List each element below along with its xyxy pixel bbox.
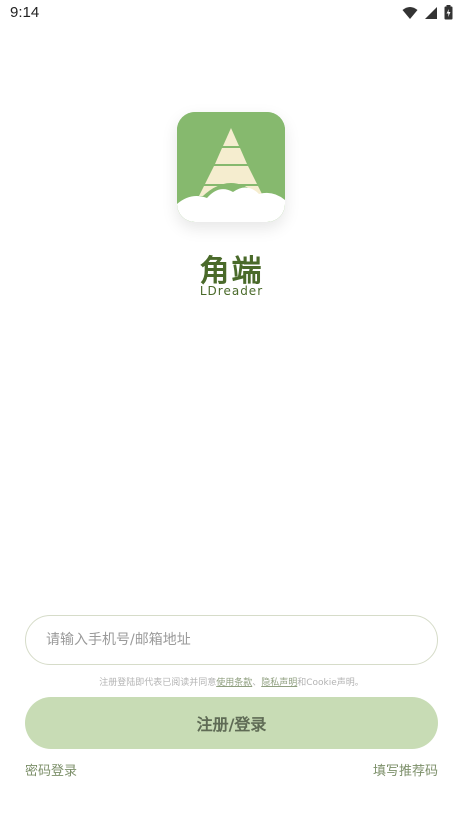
invite-code-link[interactable]: 填写推荐码 <box>373 760 438 779</box>
status-bar: 9:14 <box>0 0 463 26</box>
logo-tile <box>177 112 285 222</box>
agreement-prefix: 注册登陆即代表已阅读并同意 <box>99 678 217 688</box>
wifi-icon <box>402 6 418 20</box>
account-input[interactable] <box>25 615 438 665</box>
app-logo <box>171 106 291 230</box>
register-login-button[interactable]: 注册/登录 <box>25 697 438 749</box>
status-time: 9:14 <box>10 4 40 21</box>
signal-icon <box>424 6 438 20</box>
horn-icon <box>177 112 285 222</box>
cookie-text: 和Cookie声明。 <box>297 678 364 688</box>
terms-link[interactable]: 使用条款 <box>216 678 252 688</box>
battery-charging-icon <box>444 5 453 20</box>
agreement-text: 注册登陆即代表已阅读并同意使用条款、隐私声明和Cookie声明。 <box>0 675 463 688</box>
agreement-separator: 、 <box>252 678 262 688</box>
privacy-link[interactable]: 隐私声明 <box>261 678 297 688</box>
password-login-link[interactable]: 密码登录 <box>25 760 77 779</box>
brand-subtitle: LDreader <box>199 284 264 298</box>
status-icons <box>402 5 453 20</box>
